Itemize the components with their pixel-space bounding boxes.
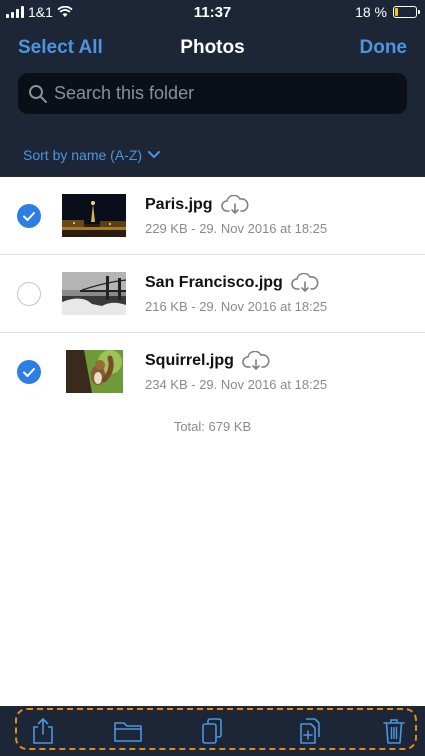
selection-checkbox[interactable] xyxy=(17,282,41,306)
sort-dropdown[interactable]: Sort by name (A-Z) xyxy=(23,147,161,163)
squirrel-thumbnail xyxy=(66,350,123,393)
delete-button[interactable] xyxy=(379,716,409,746)
list-item[interactable]: San Francisco.jpg 216 KB - 29. Nov 2016 … xyxy=(0,255,425,333)
add-document-icon xyxy=(300,718,320,744)
battery-icon xyxy=(393,6,420,18)
file-list: Paris.jpg 229 KB - 29. Nov 2016 at 18:25… xyxy=(0,177,425,410)
total-size: Total: 679 KB xyxy=(173,419,252,434)
file-name: San Francisco.jpg xyxy=(145,274,283,291)
chevron-down-icon xyxy=(148,151,161,159)
copy-button[interactable] xyxy=(197,716,227,746)
folder-icon xyxy=(114,722,142,742)
move-to-folder-button[interactable] xyxy=(113,716,143,746)
share-icon xyxy=(33,718,53,744)
file-meta: 216 KB - 29. Nov 2016 at 18:25 xyxy=(145,299,328,314)
list-item[interactable]: Squirrel.jpg 234 KB - 29. Nov 2016 at 18… xyxy=(0,333,425,410)
checkmark-icon xyxy=(23,368,35,377)
san-francisco-thumbnail xyxy=(62,272,126,315)
cloud-download-icon[interactable] xyxy=(291,273,319,293)
list-item[interactable]: Paris.jpg 229 KB - 29. Nov 2016 at 18:25 xyxy=(0,177,425,255)
file-name: Paris.jpg xyxy=(145,196,213,213)
navigation-bar: Select All Photos Done xyxy=(0,30,425,66)
search-input[interactable] xyxy=(48,72,407,115)
file-meta: 229 KB - 29. Nov 2016 at 18:25 xyxy=(145,221,328,236)
file-name: Squirrel.jpg xyxy=(145,352,234,369)
file-meta: 234 KB - 29. Nov 2016 at 18:25 xyxy=(145,377,328,392)
selection-checkbox[interactable] xyxy=(17,204,41,228)
paris-thumbnail xyxy=(62,194,126,237)
copy-icon xyxy=(202,718,222,744)
status-bar: 1&1 11:37 18 % xyxy=(0,0,425,24)
header: 1&1 11:37 18 % Select All Photos Done So… xyxy=(0,0,425,177)
sort-label: Sort by name (A-Z) xyxy=(23,147,143,163)
battery-percent: 18 % xyxy=(355,4,387,20)
search-bar xyxy=(18,72,407,115)
done-button[interactable]: Done xyxy=(360,37,408,59)
checkmark-icon xyxy=(23,212,35,221)
cloud-download-icon[interactable] xyxy=(242,351,270,371)
selection-checkbox[interactable] xyxy=(17,360,41,384)
cloud-download-icon[interactable] xyxy=(220,195,249,215)
share-button[interactable] xyxy=(28,716,58,746)
select-all-button[interactable]: Select All xyxy=(18,37,103,59)
search-icon xyxy=(29,84,47,103)
trash-icon xyxy=(383,719,405,744)
add-document-button[interactable] xyxy=(295,716,325,746)
